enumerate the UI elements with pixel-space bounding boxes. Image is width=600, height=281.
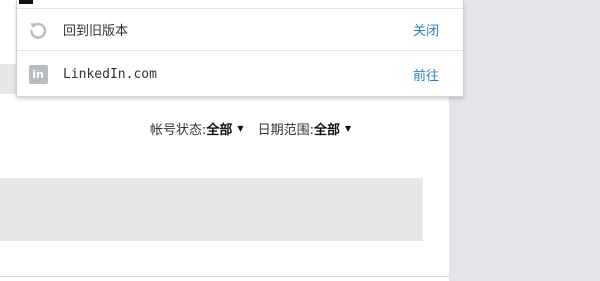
caret-down-icon: ▼: [344, 123, 352, 133]
filter-label: 日期范围:: [257, 122, 314, 138]
account-status-filter[interactable]: 帐号状态: 全部 ▼: [150, 119, 244, 138]
right-gutter: [449, 0, 600, 281]
divider: [0, 276, 449, 277]
close-link[interactable]: 关闭: [413, 20, 439, 39]
content-placeholder-bar: [0, 178, 423, 241]
menu-item-label: LinkedIn.com: [63, 66, 157, 82]
linkedin-icon-glyph: in: [28, 64, 48, 84]
menu-item-revert-old-version[interactable]: 回到旧版本 关闭: [17, 9, 463, 51]
filter-bar: 帐号状态: 全部 ▼ 日期范围: 全部 ▼: [150, 118, 428, 138]
dropdown-top-edge: [17, 0, 463, 9]
menu-item-linkedin[interactable]: in LinkedIn.com 前往: [17, 53, 463, 95]
date-range-filter[interactable]: 日期范围: 全部 ▼: [258, 119, 352, 138]
filter-value: 全部: [313, 122, 340, 138]
caret-down-icon: ▼: [237, 123, 244, 133]
filter-value: 全部: [206, 122, 233, 138]
menu-item-label: 回到旧版本: [63, 23, 129, 38]
revert-icon: [27, 19, 49, 41]
settings-dropdown-menu: 回到旧版本 关闭 in LinkedIn.com 前往: [16, 0, 464, 97]
cropped-top-element: [19, 0, 33, 4]
linkedin-icon: in: [27, 63, 49, 85]
filter-label: 帐号状态:: [150, 122, 207, 138]
go-link[interactable]: 前往: [413, 65, 439, 84]
